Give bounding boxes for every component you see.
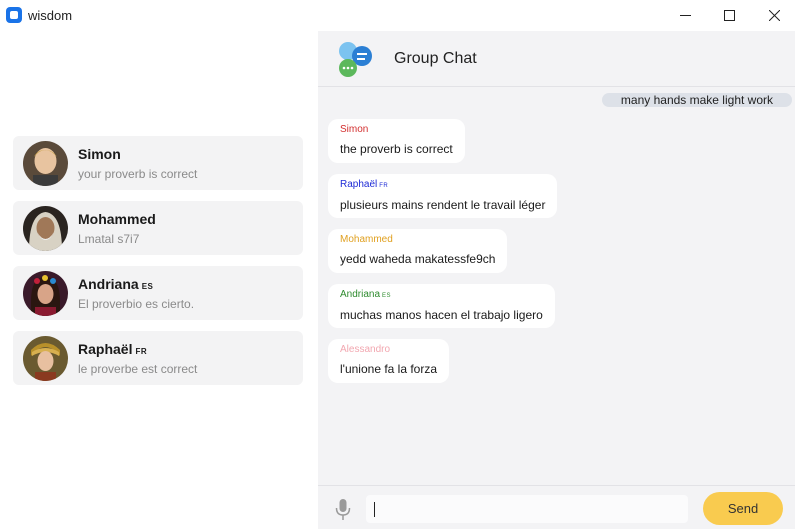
- message-bubble: Alessandro l'unione fa la forza: [328, 339, 450, 383]
- close-button[interactable]: [751, 0, 795, 31]
- app-icon: [6, 7, 22, 23]
- avatar: [23, 141, 68, 186]
- message-bubble: Simon the proverb is correct: [328, 119, 465, 163]
- message-text: plusieurs mains rendent le travail léger: [340, 198, 546, 212]
- message-sender: Alessandro: [340, 344, 391, 355]
- title-bar: wisdom: [0, 0, 795, 31]
- chat-header: Group Chat: [318, 31, 795, 87]
- microphone-icon[interactable]: [335, 499, 351, 521]
- message-text: the proverb is correct: [340, 142, 453, 156]
- contact-name: Mohammed: [78, 211, 156, 227]
- own-message-bubble: many hands make light work: [601, 93, 792, 107]
- message-bubble: Andriana ES muchas manos hacen el trabajo…: [328, 284, 555, 328]
- language-tag: FR: [135, 347, 148, 356]
- avatar: [23, 271, 68, 316]
- contact-name: Simon: [78, 146, 121, 162]
- chat-title: Group Chat: [394, 50, 477, 67]
- language-tag: ES: [141, 282, 154, 291]
- app-title: wisdom: [28, 8, 73, 23]
- minimize-icon: [679, 15, 691, 16]
- message-bubble: Mohammed yedd waheda makatessfe9ch: [328, 229, 508, 273]
- contact-name: Raphaël FR: [78, 341, 148, 357]
- text-cursor: [374, 502, 375, 517]
- message-input-bar: Send: [318, 485, 795, 529]
- contact-last-message: le proverbe est correct: [78, 362, 198, 376]
- chat-panel: Group Chat many hands make light work Si…: [318, 31, 795, 529]
- message-sender: Raphaël FR: [340, 179, 389, 190]
- message-sender: Simon: [340, 124, 369, 135]
- contact-simon[interactable]: Simon your proverb is correct: [13, 136, 303, 190]
- message-text: l'unione fa la forza: [340, 362, 438, 376]
- group-chat-icon: [339, 42, 372, 77]
- contact-raphael[interactable]: Raphaël FR le proverbe est correct: [13, 331, 303, 385]
- contact-mohammed[interactable]: Mohammed Lmatal s7i7: [13, 201, 303, 255]
- close-icon: [768, 10, 780, 21]
- avatar: [23, 206, 68, 251]
- message-sender: Andriana ES: [340, 289, 392, 300]
- contact-last-message: your proverb is correct: [78, 167, 198, 181]
- message-bubble: Raphaël FR plusieurs mains rendent le tra…: [328, 174, 558, 218]
- contact-list: Simon your proverb is correct Mohammed L…: [0, 31, 318, 529]
- maximize-button[interactable]: [706, 0, 752, 31]
- message-sender: Mohammed: [340, 234, 393, 245]
- contact-name: Andriana ES: [78, 276, 154, 292]
- minimize-button[interactable]: [662, 0, 708, 31]
- contact-last-message: Lmatal s7i7: [78, 232, 140, 246]
- maximize-icon: [723, 10, 735, 21]
- message-text: yedd waheda makatessfe9ch: [340, 252, 496, 266]
- language-tag: FR: [379, 183, 389, 189]
- message-input[interactable]: [366, 495, 688, 523]
- language-tag: ES: [382, 293, 392, 299]
- avatar: [23, 336, 68, 381]
- contact-andriana[interactable]: Andriana ES El proverbio es cierto.: [13, 266, 303, 320]
- send-button[interactable]: Send: [703, 492, 783, 525]
- message-text: muchas manos hacen el trabajo ligero: [340, 308, 543, 322]
- contact-last-message: El proverbio es cierto.: [78, 297, 195, 311]
